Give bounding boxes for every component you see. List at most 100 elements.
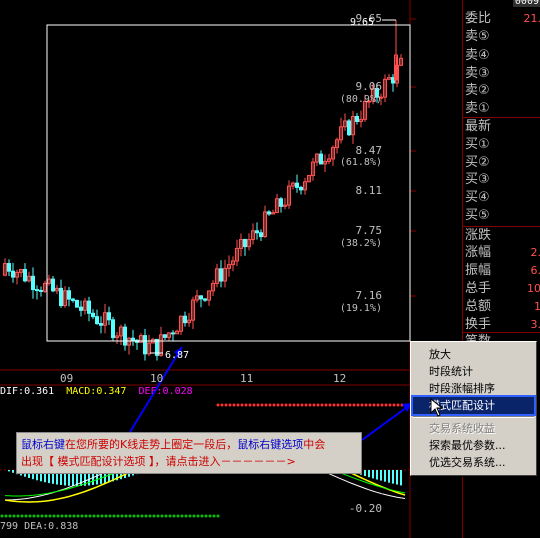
price-label-5: 7.75 [355,224,383,237]
instruction-annotation: 鼠标右键在您所要的K线走势上圈定一段后，鼠标右键选项中会 出现【 模式匹配设计选… [16,432,362,474]
signal-dot-red [248,403,252,407]
signal-dot-green [168,514,172,518]
quote-label: 买④ [465,190,490,205]
pct-label-3: (38.2%) [339,238,382,249]
date-label-10: 10 [150,372,164,385]
signal-dot-red [352,403,356,407]
candle-body [219,268,223,282]
signal-dot-green [208,514,212,518]
indicator-bar: DIF:0.361 MACD:0.347 DEF:0.028 [0,386,199,400]
quote-row: 换手 3. [463,316,540,333]
signal-dot-red [336,403,340,407]
candle-body [7,263,11,272]
signal-dot-red [316,403,320,407]
candle-body [59,287,63,307]
menu-item-optimize-params[interactable]: 探索最优参数... [413,437,534,454]
quote-label: 涨幅 [465,245,492,260]
menu-item-zoom[interactable]: 放大 [413,346,534,363]
signal-dot-green [24,514,28,518]
quote-row: 卖④ [463,47,540,64]
signal-dot-red [216,403,220,407]
signal-dot-green [36,514,40,518]
signal-dot-green [112,514,116,518]
signal-dot-red [280,403,284,407]
candle-body [11,270,15,278]
signal-dot-green [12,514,16,518]
price-label-3: 8.47 [355,144,383,157]
quote-label: 总手 [465,281,492,296]
quote-row: 买⑤ [463,207,540,224]
dea-value: DEF:0.028 [138,386,193,397]
signal-dot-green [160,514,164,518]
quote-value: 6. [530,264,540,277]
candle-body [87,300,91,314]
signal-dot-green [52,514,56,518]
candle-body [107,312,111,321]
signal-dot-green [64,514,68,518]
signal-dot-green [88,514,92,518]
date-label-12: 12 [333,372,347,385]
pct-label-1: (80.9%) [339,94,382,105]
quote-label: 委比 [465,11,492,26]
signal-dot-red [276,403,280,407]
signal-dot-green [180,514,184,518]
signal-dot-green [200,514,204,518]
quote-label: 卖⑤ [465,29,490,44]
candle-body [67,290,71,300]
signal-dot-green [104,514,108,518]
quote-row: 买④ [463,189,540,206]
signal-dot-green [44,514,48,518]
quote-separator [463,332,540,333]
quote-row: 委比 21. [463,10,540,27]
signal-dot-red [324,403,328,407]
quote-label: 换手 [465,317,492,332]
signal-dot-red [232,403,236,407]
signal-dot-green [92,514,96,518]
signal-dot-green [216,514,220,518]
quote-label: 卖④ [465,48,490,63]
menu-item-period-stats[interactable]: 时段统计 [413,363,534,380]
signal-dot-red [348,403,352,407]
annotation-part1: 鼠标右键 [21,438,65,451]
menu-item-system-profit: 交易系统收益 [429,422,495,435]
macd-value: MACD:0.347 [66,386,127,397]
signal-dot-red [308,403,312,407]
candle-body [131,337,135,341]
candle-body [267,211,271,215]
signal-dot-green [136,514,140,518]
signal-dot-red [264,403,268,407]
quote-row: 买② [463,154,540,171]
signal-dot-green [20,514,24,518]
quote-separator [463,117,540,118]
signal-dot-green [140,514,144,518]
signal-dot-green [84,514,88,518]
signal-dot-green [56,514,60,518]
candle-body [35,289,39,292]
menu-item-select-system[interactable]: 优选交易系统... [413,454,534,471]
quote-label: 买② [465,155,490,170]
quote-top-bar: 0009 [463,0,540,8]
date-label-09: 09 [60,372,74,385]
annotation-part3: 鼠标右键选项 [237,438,304,451]
signal-dot-green [68,514,72,518]
menu-item-period-rank[interactable]: 时段涨幅排序 [413,380,534,397]
signal-dot-green [204,514,208,518]
signal-dot-red [320,403,324,407]
signal-dot-red [228,403,232,407]
candle-body [243,238,247,248]
quote-label: 买⑤ [465,208,490,223]
candle-body [71,298,75,301]
signal-dot-green [108,514,112,518]
quote-row: 振幅 6. [463,262,540,279]
high-marker: 9.65 [350,17,375,28]
candle-body [163,334,167,338]
candle-body [255,230,259,234]
candle-body [203,298,207,301]
signal-dot-red [220,403,224,407]
signal-dot-green [60,514,64,518]
candle-body [171,332,175,335]
signal-dot-green [100,514,104,518]
macd-axis-label: -0.20 [348,502,382,515]
quote-value: 10 [527,282,540,295]
signal-dot-green [152,514,156,518]
